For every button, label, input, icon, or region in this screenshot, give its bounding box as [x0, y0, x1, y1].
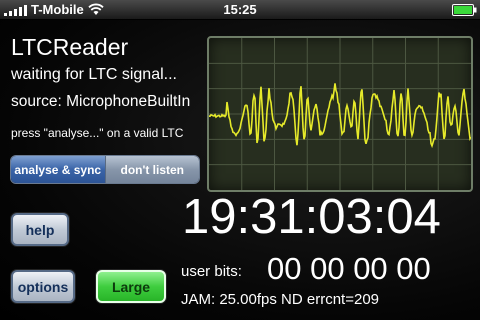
- timecode-display: 19:31:03:04: [182, 190, 441, 244]
- dont-listen-segment[interactable]: don't listen: [104, 156, 199, 183]
- listen-mode-segmented-control[interactable]: analyse & sync don't listen: [10, 155, 200, 184]
- status-clock: 15:25: [223, 2, 257, 17]
- audio-source-text: source: MicrophoneBuiltIn: [11, 93, 191, 110]
- jam-info-text: JAM: 25.00fps ND errcnt=209: [181, 291, 380, 308]
- user-bits-value: 00 00 00 00: [267, 251, 431, 286]
- ltc-reader-app: LTCReader waiting for LTC signal... sour…: [0, 20, 480, 320]
- waveform-plot: [209, 38, 471, 190]
- battery-icon: [452, 4, 477, 16]
- status-bar: T-Mobile 15:25: [0, 0, 480, 20]
- options-button[interactable]: options: [11, 270, 75, 303]
- analyse-sync-segment[interactable]: analyse & sync: [11, 156, 105, 183]
- large-display-button[interactable]: Large: [96, 270, 166, 303]
- app-title: LTCReader: [11, 34, 129, 60]
- help-button[interactable]: help: [11, 213, 69, 246]
- signal-status-text: waiting for LTC signal...: [11, 66, 177, 83]
- user-bits-label: user bits:: [181, 263, 242, 280]
- hint-text: press "analyse..." on a valid LTC: [11, 126, 184, 140]
- waveform-scope: [207, 36, 473, 192]
